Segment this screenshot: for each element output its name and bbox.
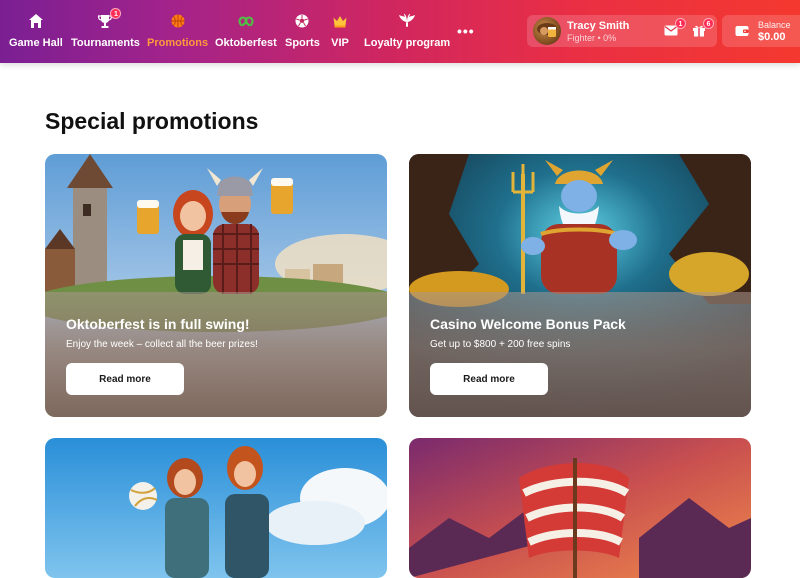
messages-badge: 1 bbox=[675, 18, 686, 29]
avatar[interactable] bbox=[533, 17, 561, 45]
messages-button[interactable]: 1 bbox=[663, 18, 686, 38]
tournaments-badge: 1 bbox=[110, 8, 122, 19]
page-title: Special promotions bbox=[45, 108, 259, 134]
promo-card-overlay bbox=[409, 292, 751, 417]
nav-game-hall-label: Game Hall bbox=[9, 37, 63, 49]
nav-sports-label: Sports bbox=[285, 37, 320, 49]
user-name: Tracy Smith bbox=[567, 20, 630, 32]
promo-card-welcome-bonus[interactable]: Casino Welcome Bonus Pack Get up to $800… bbox=[409, 154, 751, 417]
more-menu-button[interactable]: ••• bbox=[457, 23, 475, 39]
nav-tournaments-label: Tournaments bbox=[71, 37, 140, 49]
read-more-button[interactable]: Read more bbox=[430, 363, 548, 395]
nav-oktoberfest[interactable]: Oktoberfest bbox=[215, 12, 277, 52]
nav-sports[interactable]: Sports bbox=[285, 12, 320, 52]
promo-subtitle: Enjoy the week – collect all the beer pr… bbox=[66, 339, 258, 350]
home-icon bbox=[27, 12, 45, 30]
balance-panel[interactable]: Balance $0.00 bbox=[722, 15, 800, 47]
promo-card-oktoberfest[interactable]: Oktoberfest is in full swing! Enjoy the … bbox=[45, 154, 387, 417]
nav-loyalty-program-label: Loyalty program bbox=[364, 37, 451, 49]
nav-game-hall[interactable]: Game Hall bbox=[9, 12, 63, 52]
trophy-icon: 1 bbox=[96, 8, 122, 30]
promo-title: Oktoberfest is in full swing! bbox=[66, 316, 250, 332]
promo-card-viking-ship[interactable] bbox=[409, 438, 751, 578]
user-panel[interactable]: Tracy Smith Fighter • 0% 1 6 bbox=[527, 15, 717, 47]
nav-tournaments[interactable]: 1 Tournaments bbox=[71, 8, 140, 52]
balance-value: $0.00 bbox=[758, 31, 786, 43]
user-rank: Fighter • 0% bbox=[567, 33, 617, 43]
promo-subtitle: Get up to $800 + 200 free spins bbox=[430, 339, 571, 350]
gifts-button[interactable]: 6 bbox=[691, 18, 714, 38]
wings-icon bbox=[398, 12, 416, 30]
basketball-icon bbox=[169, 12, 187, 30]
promo-image-volleyball bbox=[45, 438, 387, 578]
promo-image-viking-ship bbox=[409, 438, 751, 578]
wallet-icon bbox=[734, 23, 750, 39]
nav-promotions-label: Promotions bbox=[147, 37, 209, 49]
promo-card-volleyball[interactable] bbox=[45, 438, 387, 578]
nav-loyalty-program[interactable]: Loyalty program bbox=[364, 12, 450, 52]
read-more-button[interactable]: Read more bbox=[66, 363, 184, 395]
pretzel-icon bbox=[237, 12, 255, 30]
crown-icon bbox=[331, 12, 349, 30]
nav-promotions[interactable]: Promotions bbox=[147, 12, 208, 52]
nav-vip[interactable]: VIP bbox=[331, 12, 349, 52]
soccer-ball-icon bbox=[293, 12, 311, 30]
nav-vip-label: VIP bbox=[331, 37, 349, 49]
promo-title: Casino Welcome Bonus Pack bbox=[430, 316, 626, 332]
top-navigation-bar: Game Hall 1 Tournaments Promotions Oktob… bbox=[0, 0, 800, 63]
nav-oktoberfest-label: Oktoberfest bbox=[215, 37, 277, 49]
balance-label: Balance bbox=[758, 20, 791, 30]
promo-card-overlay bbox=[45, 292, 387, 417]
gifts-badge: 6 bbox=[703, 18, 714, 29]
